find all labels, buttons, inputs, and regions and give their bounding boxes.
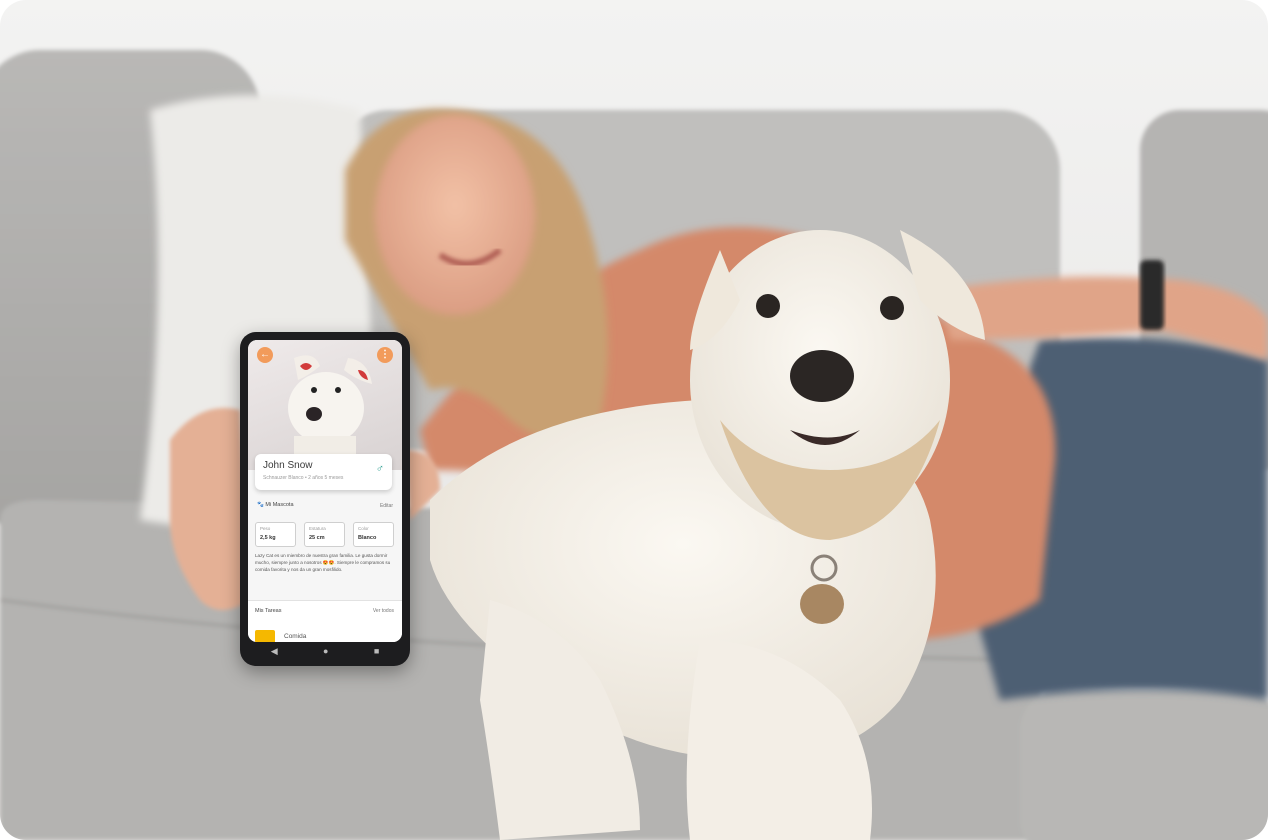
back-button[interactable]: ← [257, 347, 273, 363]
stat-label: Peso [260, 526, 271, 531]
edit-link[interactable]: Editar [380, 503, 393, 509]
stat-value: 2,5 kg [260, 535, 276, 541]
stat-weight: Peso 2,5 kg [255, 522, 296, 547]
task-item[interactable]: Comida [284, 633, 306, 640]
stat-height: Estatura 25 cm [304, 522, 345, 547]
section-header: 🐾 Mi Mascota [257, 502, 294, 508]
home-nav-icon[interactable]: ● [323, 646, 328, 656]
tasks-title: Mis Tareas [255, 608, 282, 614]
pet-card: John Snow Schnauzer Blanco • 2 años 5 me… [255, 454, 392, 490]
android-nav-bar: ◀ ● ■ [248, 642, 402, 660]
stat-value: Blanco [358, 535, 377, 541]
stat-label: Estatura [309, 526, 326, 531]
pet-description: Lazy Cat es un miembro de nuestra gran f… [255, 553, 391, 572]
recents-nav-icon[interactable]: ■ [374, 646, 379, 656]
phone: ← ⋮ John Snow Schnauzer Blanco • 2 años … [240, 332, 410, 666]
food-task-icon [255, 630, 275, 642]
gender-icon: ♂ [375, 463, 384, 475]
face [375, 115, 535, 315]
stat-color: Color Blanco [353, 522, 394, 547]
stat-value: 25 cm [309, 535, 325, 541]
pet-name: John Snow [263, 460, 313, 471]
watch [1140, 260, 1164, 330]
tasks-section: Mis Tareas Ver todos Comida [248, 600, 402, 642]
menu-button[interactable]: ⋮ [377, 347, 393, 363]
photo-scene: ← ⋮ John Snow Schnauzer Blanco • 2 años … [0, 0, 1268, 840]
section-title: Mi Mascota [265, 502, 294, 508]
pet-app-screen: ← ⋮ John Snow Schnauzer Blanco • 2 años … [248, 340, 402, 642]
stat-label: Color [358, 526, 369, 531]
paw-icon: 🐾 [257, 502, 264, 508]
pet-subtitle: Schnauzer Blanco • 2 años 5 meses [263, 475, 344, 481]
background-photo [0, 50, 1268, 840]
view-all-link[interactable]: Ver todos [373, 608, 394, 614]
back-nav-icon[interactable]: ◀ [271, 646, 278, 657]
